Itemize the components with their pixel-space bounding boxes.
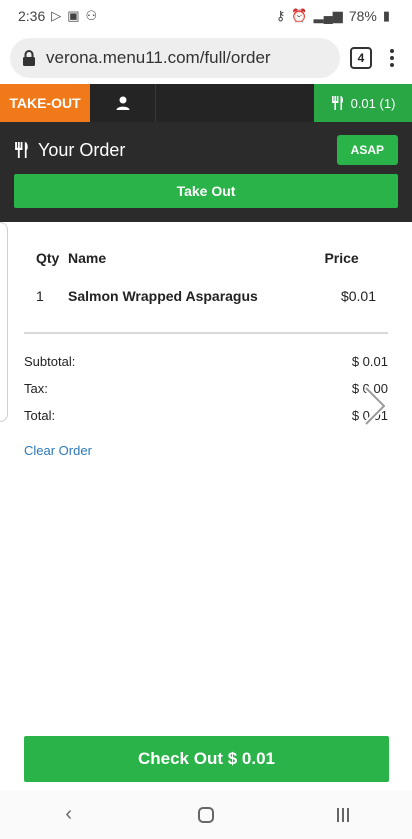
table-header-row: Qty Name Price — [24, 250, 388, 288]
url-text: verona.menu11.com/full/order — [46, 48, 271, 67]
tax-row: Tax: $ 0.00 — [24, 375, 388, 402]
glasses-icon: ⚇ — [85, 8, 98, 23]
checkout-button[interactable]: Check Out $ 0.01 — [24, 736, 389, 782]
side-drawer-handle[interactable] — [0, 222, 8, 422]
order-title-text: Your Order — [38, 139, 126, 160]
subtotal-value: $ 0.01 — [351, 354, 388, 369]
subtotal-label: Subtotal: — [24, 354, 76, 369]
utensils-icon — [331, 96, 343, 110]
battery-percent: 78% — [348, 8, 377, 24]
recent-apps-icon[interactable] — [323, 807, 363, 822]
home-icon[interactable] — [186, 806, 226, 823]
subtotal-row: Subtotal: $ 0.01 — [24, 348, 388, 375]
item-price: $0.01 — [340, 288, 376, 304]
lock-icon — [23, 50, 35, 66]
total-label: Total: — [24, 408, 56, 423]
alarm-icon: ⏰ — [291, 8, 308, 23]
asap-button[interactable]: ASAP — [336, 135, 398, 165]
tab-count: 4 — [357, 51, 365, 65]
cart-button[interactable]: 0.01 (1) — [314, 84, 412, 122]
browser-bar: verona.menu11.com/full/order 4 — [0, 32, 412, 84]
menu-dot — [390, 63, 394, 67]
chevron-right-icon[interactable] — [362, 384, 390, 428]
divider — [24, 332, 388, 334]
battery-icon: ▮ — [382, 8, 390, 23]
clear-order-link[interactable]: Clear Order — [24, 443, 92, 458]
page: 2:36 ▷ ▣ ⚇ ⚷ ⏰ ▂▄▆ 78% ▮ verona.menu11.c… — [0, 0, 412, 839]
total-row: Total: $ 0.01 — [24, 402, 388, 429]
status-bar: 2:36 ▷ ▣ ⚇ ⚷ ⏰ ▂▄▆ 78% ▮ — [0, 0, 412, 32]
signal-icon: ▂▄▆ — [313, 8, 343, 23]
item-name: Salmon Wrapped Asparagus — [68, 288, 258, 304]
tabs-button[interactable]: 4 — [350, 47, 372, 69]
order-header: Your Order ASAP Take Out — [0, 122, 412, 222]
user-icon — [116, 96, 129, 110]
cart-total: 0.01 (1) — [350, 95, 396, 111]
browser-menu-button[interactable] — [382, 49, 402, 67]
key-icon: ⚷ — [275, 8, 286, 23]
takeout-tab[interactable]: TAKE-OUT — [0, 84, 90, 122]
item-qty: 1 — [36, 288, 44, 304]
order-title: Your Order — [14, 140, 125, 161]
menu-dot — [390, 56, 394, 60]
gallery-icon: ▣ — [67, 8, 80, 23]
menu-dot — [390, 49, 394, 53]
price-header: Price — [324, 250, 359, 266]
play-icon: ▷ — [51, 8, 62, 23]
status-left: 2:36 ▷ ▣ ⚇ — [18, 8, 97, 24]
app-nav: TAKE-OUT 0.01 (1) — [0, 84, 412, 122]
utensils-icon — [15, 142, 28, 158]
table-row: 1 Salmon Wrapped Asparagus $0.01 — [24, 288, 388, 326]
url-bar[interactable]: verona.menu11.com/full/order — [10, 38, 340, 78]
tax-label: Tax: — [24, 381, 48, 396]
name-header: Name — [68, 250, 107, 266]
order-body: Qty Name Price 1 Salmon Wrapped Asparagu… — [0, 250, 412, 460]
totals-section: Subtotal: $ 0.01 Tax: $ 0.00 Total: $ 0.… — [24, 348, 388, 429]
status-time: 2:36 — [18, 8, 46, 24]
qty-header: Qty — [36, 250, 60, 266]
order-items-table: Qty Name Price 1 Salmon Wrapped Asparagu… — [24, 250, 388, 326]
take-out-button[interactable]: Take Out — [14, 174, 398, 208]
account-button[interactable] — [90, 84, 156, 122]
order-header-row: Your Order ASAP — [14, 134, 398, 166]
back-icon[interactable]: ‹ — [49, 803, 89, 826]
system-nav-bar: ‹ — [0, 790, 412, 839]
status-right: ⚷ ⏰ ▂▄▆ 78% ▮ — [276, 8, 390, 24]
